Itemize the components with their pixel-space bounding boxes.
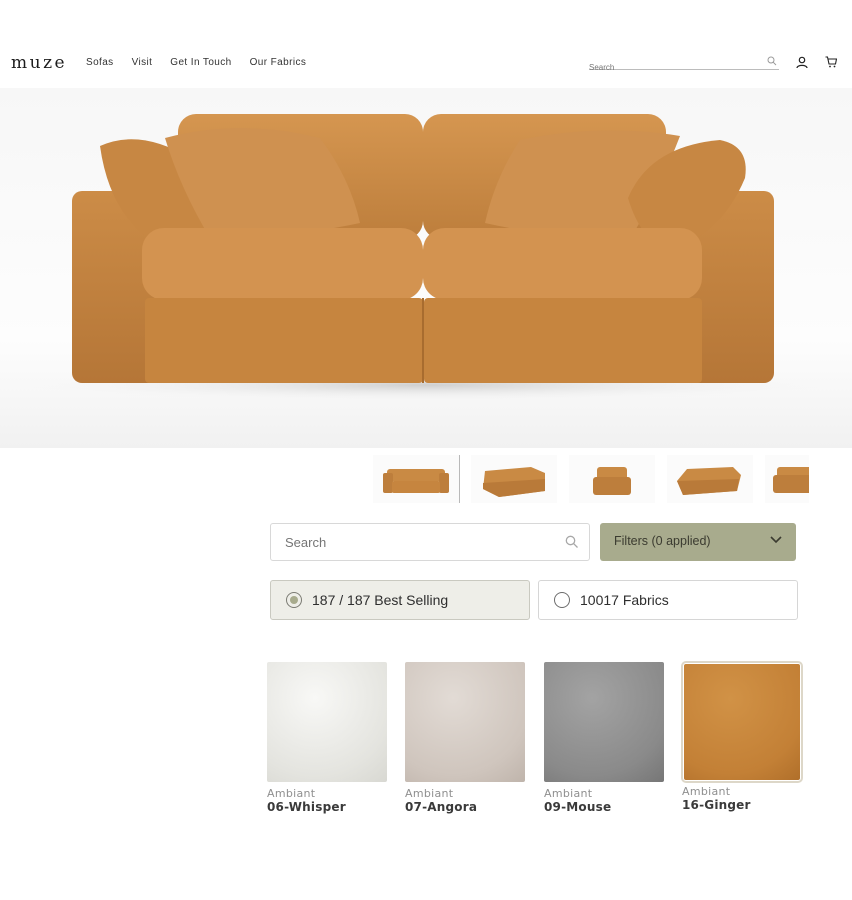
- nav-visit[interactable]: Visit: [132, 57, 153, 68]
- radio-selected-icon: [286, 592, 302, 608]
- cart-icon[interactable]: [825, 56, 837, 68]
- user-icon[interactable]: [796, 56, 808, 69]
- search-icon[interactable]: [767, 56, 777, 66]
- thumbnail-chair[interactable]: [569, 455, 655, 503]
- swatch-brand: Ambiant: [405, 787, 454, 800]
- thumbnail-angle-right[interactable]: [667, 455, 753, 503]
- sofa-thumbnail-image: [383, 469, 449, 493]
- site-header: muze Sofas Visit Get In Touch Our Fabric…: [0, 44, 852, 84]
- fabric-swatch[interactable]: Ambiant 06-Whisper: [267, 662, 387, 814]
- thumbnail-angle-left[interactable]: [471, 455, 557, 503]
- search-icon[interactable]: [565, 535, 579, 549]
- fabric-search: [270, 523, 590, 561]
- tab-best-selling-label: 187 / 187 Best Selling: [312, 592, 449, 608]
- radio-unselected-icon: [554, 592, 570, 608]
- product-hero-image: [0, 88, 852, 448]
- fabric-swatch[interactable]: Ambiant 09-Mouse: [544, 662, 664, 814]
- tab-best-selling[interactable]: 187 / 187 Best Selling: [270, 580, 530, 620]
- sofa-thumbnail-image: [593, 467, 631, 495]
- sofa-thumbnail-image: [483, 467, 545, 497]
- tab-all-fabrics[interactable]: 10017 Fabrics: [538, 580, 798, 620]
- main-nav: Sofas Visit Get In Touch Our Fabrics: [86, 57, 324, 68]
- swatch-image: [267, 662, 387, 782]
- sofa-thumbnail-image: [773, 467, 809, 493]
- header-search-input[interactable]: [589, 63, 759, 72]
- thumbnail-front[interactable]: [373, 455, 460, 503]
- swatch-brand: Ambiant: [544, 787, 593, 800]
- fabric-swatch[interactable]: Ambiant 07-Angora: [405, 662, 525, 814]
- sofa-illustration: [25, 114, 825, 401]
- swatch-name: 07-Angora: [405, 800, 478, 814]
- swatch-name: 06-Whisper: [267, 800, 346, 814]
- swatch-name: 09-Mouse: [544, 800, 612, 814]
- tab-all-fabrics-label: 10017 Fabrics: [580, 592, 669, 608]
- fabric-search-input[interactable]: [283, 534, 547, 551]
- swatch-image: [544, 662, 664, 782]
- image-thumbnails: [373, 455, 809, 503]
- filters-dropdown[interactable]: Filters (0 applied): [600, 523, 796, 561]
- filters-label: Filters (0 applied): [614, 534, 711, 548]
- header-search: [589, 55, 779, 72]
- sofa-thumbnail-image: [677, 467, 741, 495]
- chevron-down-icon: [770, 536, 782, 544]
- swatch-brand: Ambiant: [682, 785, 731, 798]
- brand-logo[interactable]: muze: [11, 53, 67, 73]
- swatch-brand: Ambiant: [267, 787, 316, 800]
- swatch-image: [405, 662, 525, 782]
- fabric-swatch-selected[interactable]: Ambiant 16-Ginger: [681, 661, 803, 812]
- nav-get-in-touch[interactable]: Get In Touch: [170, 57, 231, 68]
- nav-sofas[interactable]: Sofas: [86, 57, 114, 68]
- swatch-image: [681, 661, 803, 783]
- swatch-name: 16-Ginger: [682, 798, 751, 812]
- nav-our-fabrics[interactable]: Our Fabrics: [250, 57, 307, 68]
- thumbnail-side[interactable]: [765, 455, 809, 503]
